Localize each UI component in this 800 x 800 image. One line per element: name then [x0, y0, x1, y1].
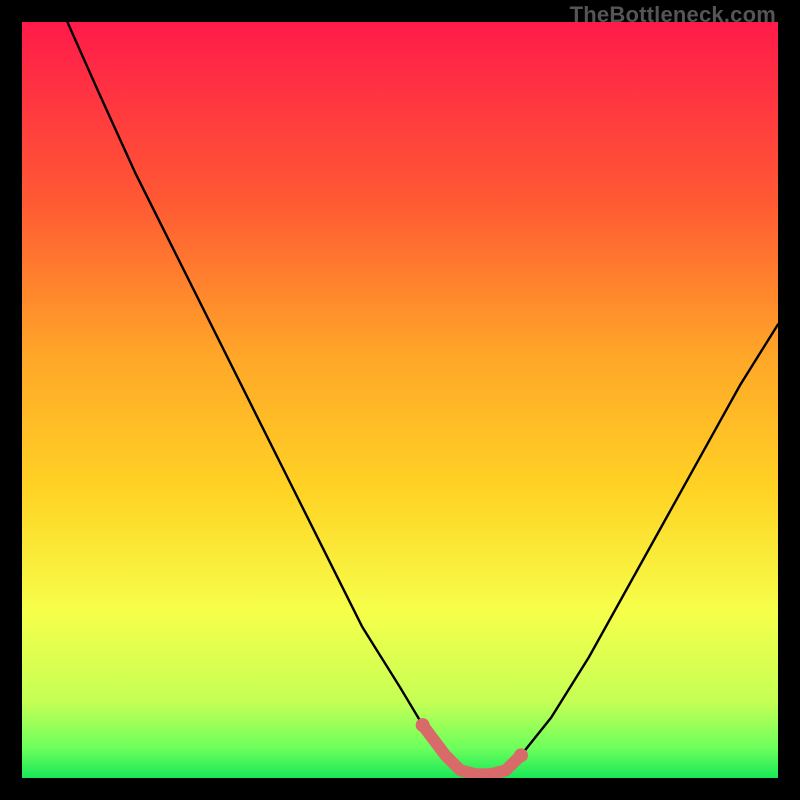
- chart-plot: [22, 22, 778, 778]
- gradient-background: [22, 22, 778, 778]
- chart-frame: [22, 22, 778, 778]
- watermark-text: TheBottleneck.com: [570, 2, 776, 28]
- optimal-zone-end: [514, 748, 528, 762]
- optimal-zone-start: [416, 718, 430, 732]
